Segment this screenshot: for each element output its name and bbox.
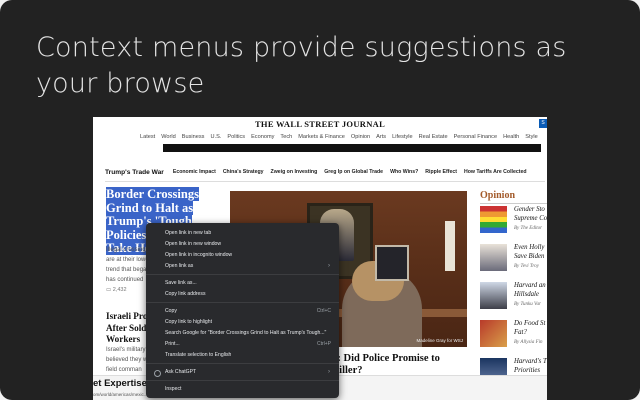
comment-count[interactable]: ▭ 2,432 [106, 287, 127, 293]
comment-count-value: 2,432 [112, 287, 127, 293]
ad-banner[interactable] [163, 144, 541, 152]
opinion-headline: Harvard an Hillsdale [514, 282, 546, 298]
sub-nav-item[interactable]: Who Wins? [390, 169, 418, 175]
menu-item-label: Open link as [165, 263, 194, 269]
menu-item-label: Open link in new window [165, 241, 222, 247]
story3-line: f': Did Police Promise to [331, 353, 440, 364]
menu-item-shortcut: Ctrl+P [316, 341, 331, 347]
menu-item-label: Translate selection to English [165, 352, 232, 358]
opinion-byline: By Allysia Fin [514, 340, 543, 345]
opinion-heading[interactable]: Opinion [480, 190, 515, 201]
context-menu-item[interactable]: Print... Ctrl+P [146, 339, 339, 350]
context-menu-item[interactable]: Open link in new tab [146, 228, 339, 239]
opinion-item[interactable]: Harvard an Hillsdale By Tunku Var [480, 282, 547, 316]
top-nav-item[interactable]: Latest [137, 131, 158, 143]
story-line: Border Crossings [106, 187, 199, 201]
opinion-item[interactable]: Do Food St Fat? By Allysia Fin [480, 320, 547, 354]
chevron-right-icon: › [328, 369, 330, 375]
context-menu-item[interactable]: Ask ChatGPT › [146, 367, 339, 378]
story3-headline[interactable]: f': Did Police Promise to Killer? [331, 353, 481, 377]
sub-nav-item[interactable]: China's Strategy [223, 169, 264, 175]
sub-nav-item[interactable]: How Tariffs Are Collected [464, 169, 527, 175]
top-nav-item[interactable]: Real Estate [416, 131, 451, 143]
photo-picture [375, 245, 409, 281]
opinion-item[interactable]: Even Holly Save Biden By Tevi Troy [480, 244, 547, 278]
sub-nav-item[interactable]: Ripple Effect [425, 169, 457, 175]
opinion-headline: Even Holly Save Biden [514, 244, 545, 260]
sub-nav: Trump's Trade War Economic Impact China's… [105, 166, 534, 178]
context-menu-item[interactable]: Copy Ctrl+C [146, 306, 339, 317]
top-nav-item[interactable]: U.S. [207, 131, 224, 143]
top-nav: Latest World Business U.S. Politics Economy Te… [137, 131, 541, 143]
sub-nav-item[interactable]: Zweig on Investing [271, 169, 318, 175]
top-nav-item[interactable]: Lifestyle [389, 131, 416, 143]
context-menu-item[interactable]: Inspect [146, 384, 339, 395]
menu-item-label: Copy link to highlight [165, 319, 213, 325]
chevron-right-icon: › [328, 263, 330, 269]
top-nav-item[interactable]: Style [522, 131, 540, 143]
opinion-headline: Gender Sto Supreme Co [514, 206, 547, 222]
photo-credit: Madeline Gray for WSJ [416, 338, 463, 343]
menu-item-label: Save link as... [165, 280, 197, 286]
top-nav-item[interactable]: Personal Finance [451, 131, 501, 143]
top-nav-item[interactable]: Politics [224, 131, 248, 143]
menu-item-label: Ask ChatGPT [165, 369, 197, 375]
context-menu-item[interactable]: Search Google for "Border Crossings Grin… [146, 328, 339, 339]
site-masthead[interactable]: THE WALL STREET JOURNAL [93, 117, 547, 131]
menu-item-label: Open link in incognito window [165, 252, 233, 258]
status-url: om/world/americas/mexic... [93, 392, 148, 397]
opinion-thumbnail [480, 282, 507, 309]
opinion-thumbnail [480, 206, 507, 233]
promo-headline: Context menus provide suggestions as you… [36, 32, 567, 99]
context-menu: Open link in new tab Open link in new win… [146, 223, 339, 398]
opinion-divider [480, 203, 547, 204]
top-nav-item[interactable]: Arts [373, 131, 389, 143]
top-nav-item[interactable]: Tech [277, 131, 295, 143]
top-nav-item[interactable]: Economy [248, 131, 277, 143]
banner-text: et Expertise. [93, 378, 150, 389]
divider [105, 181, 545, 182]
sub-nav-item[interactable]: Greg Ip on Global Trade [324, 169, 383, 175]
context-menu-item[interactable]: Copy link address [146, 289, 339, 300]
chatgpt-icon [154, 370, 161, 377]
menu-item-label: Copy [165, 308, 177, 314]
menu-separator [146, 274, 339, 275]
context-menu-item[interactable]: Open link in incognito window [146, 250, 339, 261]
opinion-thumbnail [480, 320, 507, 347]
opinion-byline: By Tevi Troy [514, 264, 539, 269]
subscribe-badge[interactable]: S [539, 119, 547, 128]
context-menu-item[interactable]: Save link as... [146, 278, 339, 289]
sub-nav-lead[interactable]: Trump's Trade War [105, 169, 164, 176]
top-nav-item[interactable]: Business [179, 131, 208, 143]
top-nav-item[interactable]: World [158, 131, 179, 143]
opinion-byline: By Tunku Var [514, 302, 541, 307]
opinion-item[interactable]: Gender Sto Supreme Co By The Editor [480, 206, 547, 240]
menu-item-label: Open link in new tab [165, 230, 212, 236]
context-menu-item[interactable]: Open link in new window [146, 239, 339, 250]
menu-item-shortcut: Ctrl+C [316, 308, 331, 314]
comment-icon: ▭ [106, 287, 113, 293]
opinion-headline: Harvard's T Priorities [514, 358, 547, 374]
context-menu-item[interactable]: Open link as › [146, 261, 339, 272]
context-menu-item[interactable]: Translate selection to English [146, 350, 339, 361]
menu-item-label: Copy link address [165, 291, 206, 297]
context-menu-item[interactable]: Copy link to highlight [146, 317, 339, 328]
menu-item-label: Inspect [165, 386, 182, 392]
sub-nav-item[interactable]: Economic Impact [173, 169, 216, 175]
menu-separator [146, 302, 339, 303]
promo-card: Context menus provide suggestions as you… [0, 0, 640, 400]
menu-separator [146, 380, 339, 381]
opinion-headline: Do Food St Fat? [514, 320, 546, 336]
opinion-thumbnail [480, 244, 507, 271]
menu-separator [146, 363, 339, 364]
top-nav-item[interactable]: Opinion [348, 131, 373, 143]
photo-candle [445, 221, 455, 271]
top-nav-item[interactable]: Health [500, 131, 522, 143]
story-line: Grind to Halt as [106, 200, 194, 215]
menu-item-label: Print... [165, 341, 180, 347]
menu-item-label: Search Google for "Border Crossings Grin… [165, 330, 327, 336]
top-nav-item[interactable]: Markets & Finance [295, 131, 348, 143]
opinion-byline: By The Editor [514, 226, 543, 231]
